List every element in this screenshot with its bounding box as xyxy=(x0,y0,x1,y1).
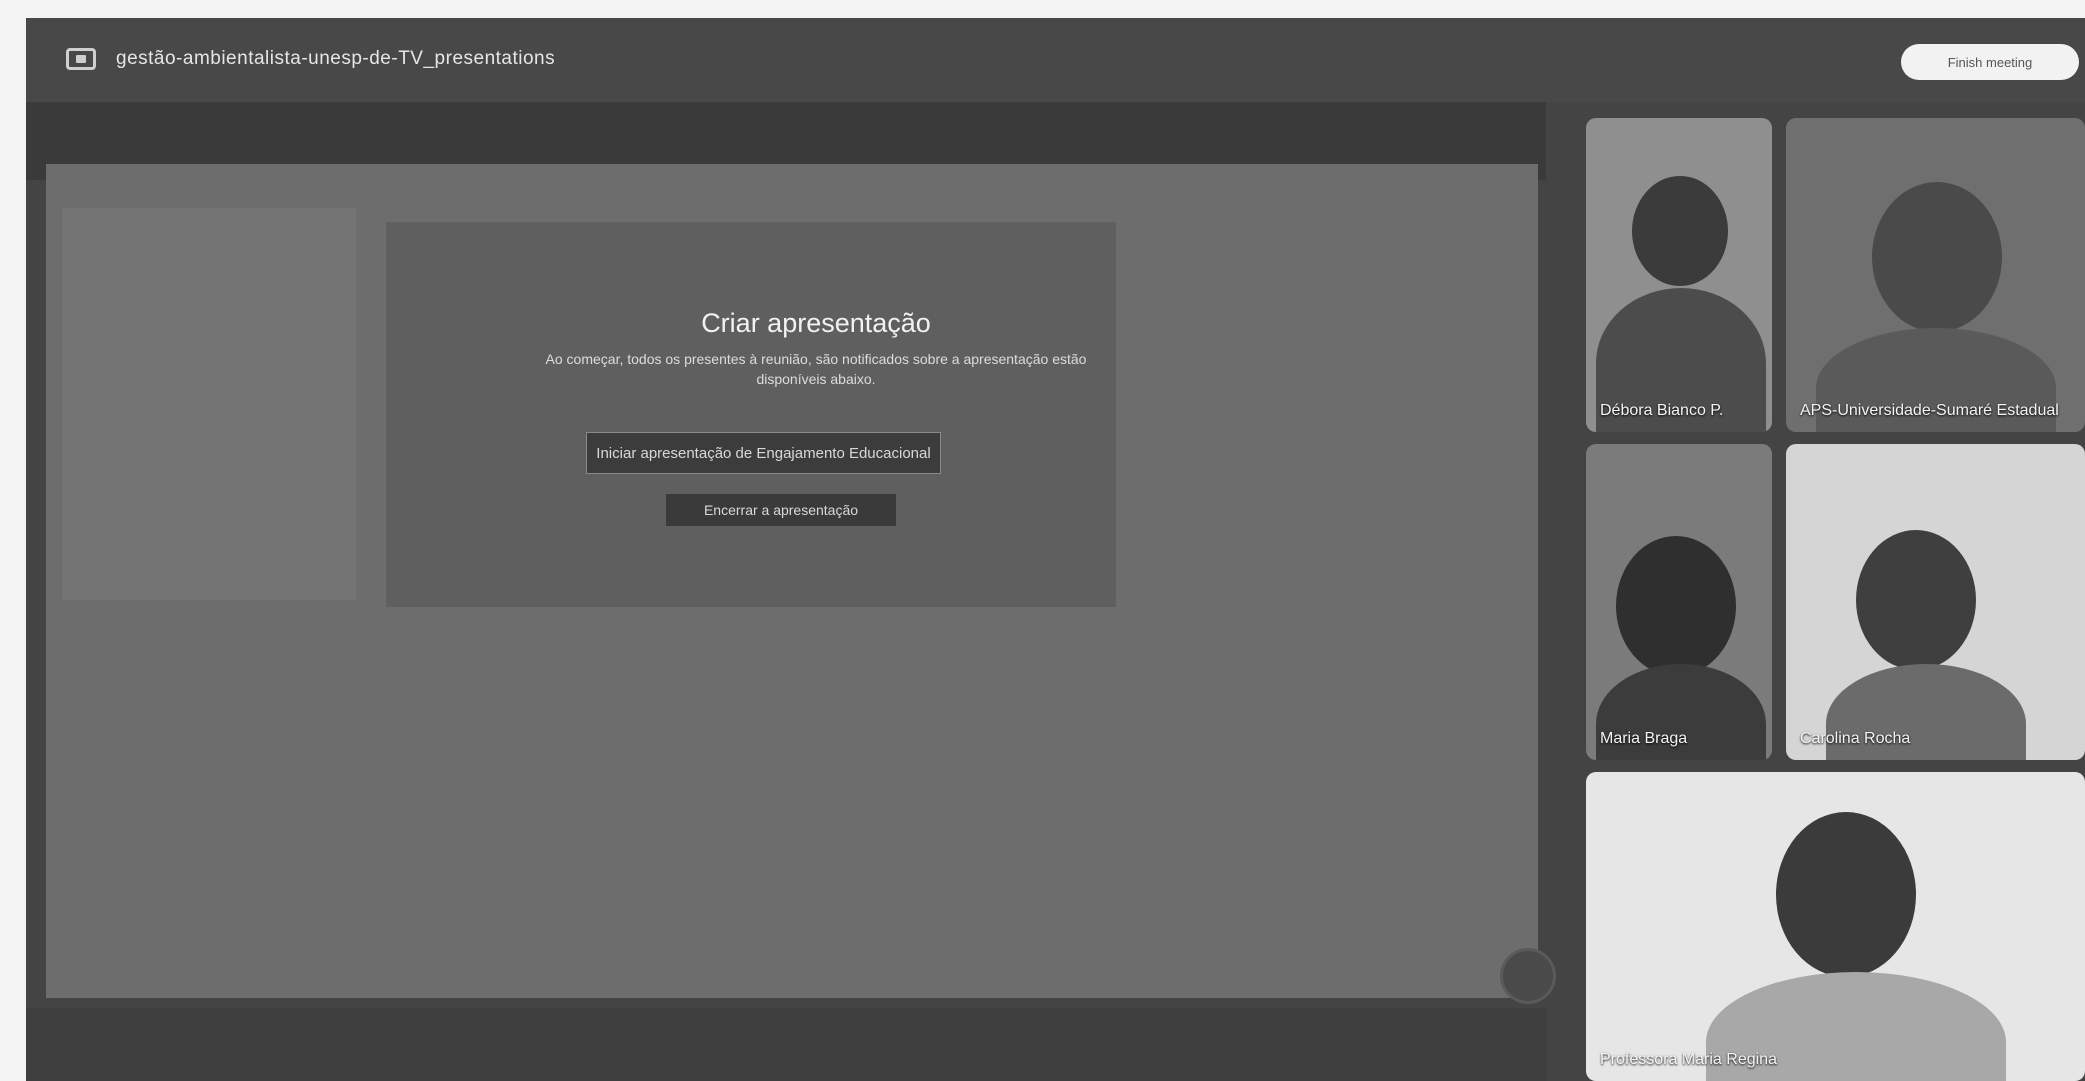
participant-name: Maria Braga xyxy=(1600,730,1688,747)
participant-head xyxy=(1632,176,1728,286)
left-panel xyxy=(62,208,356,600)
stop-presentation-button[interactable]: Encerrar a apresentação xyxy=(666,494,896,526)
participant-name: APS-Universidade-Sumaré Estadual xyxy=(1800,402,2059,419)
start-presentation-dialog: Criar apresentação Ao começar, todos os … xyxy=(506,308,1126,568)
presentation-icon[interactable] xyxy=(66,48,96,70)
meeting-title: gestão-ambientalista-unesp-de-TV_present… xyxy=(116,48,556,69)
bottom-bar xyxy=(26,1008,1546,1081)
participant-head xyxy=(1616,536,1736,676)
participant-tile[interactable]: Maria Braga xyxy=(1586,444,1772,760)
dialog-description: Ao começar, todos os presentes à reunião… xyxy=(545,351,1087,387)
participant-tile[interactable]: APS-Universidade-Sumaré Estadual xyxy=(1786,118,2085,432)
participant-tile[interactable]: Débora Bianco P. xyxy=(1586,118,1772,432)
title-bar: gestão-ambientalista-unesp-de-TV_present… xyxy=(26,18,2085,102)
participant-head xyxy=(1856,530,1976,670)
floating-action-button[interactable] xyxy=(1500,948,1556,1004)
share-presentation-button[interactable]: Iniciar apresentação de Engajamento Educ… xyxy=(586,432,941,474)
participant-name: Débora Bianco P. xyxy=(1600,402,1724,419)
participant-name: Professora Maria Regina xyxy=(1600,1051,1777,1068)
participant-tile[interactable]: Carolina Rocha xyxy=(1786,444,2085,760)
participant-head xyxy=(1776,812,1916,977)
finish-meeting-button[interactable]: Finish meeting xyxy=(1901,44,2079,80)
participants-grid: Débora Bianco P. APS-Universidade-Sumaré… xyxy=(1556,98,2085,1081)
participant-name: Carolina Rocha xyxy=(1800,730,1911,747)
participant-tile[interactable]: Professora Maria Regina xyxy=(1586,772,2085,1081)
dialog-title: Criar apresentação xyxy=(701,308,931,338)
meeting-window: gestão-ambientalista-unesp-de-TV_present… xyxy=(26,18,2085,1081)
participant-head xyxy=(1872,182,2002,332)
